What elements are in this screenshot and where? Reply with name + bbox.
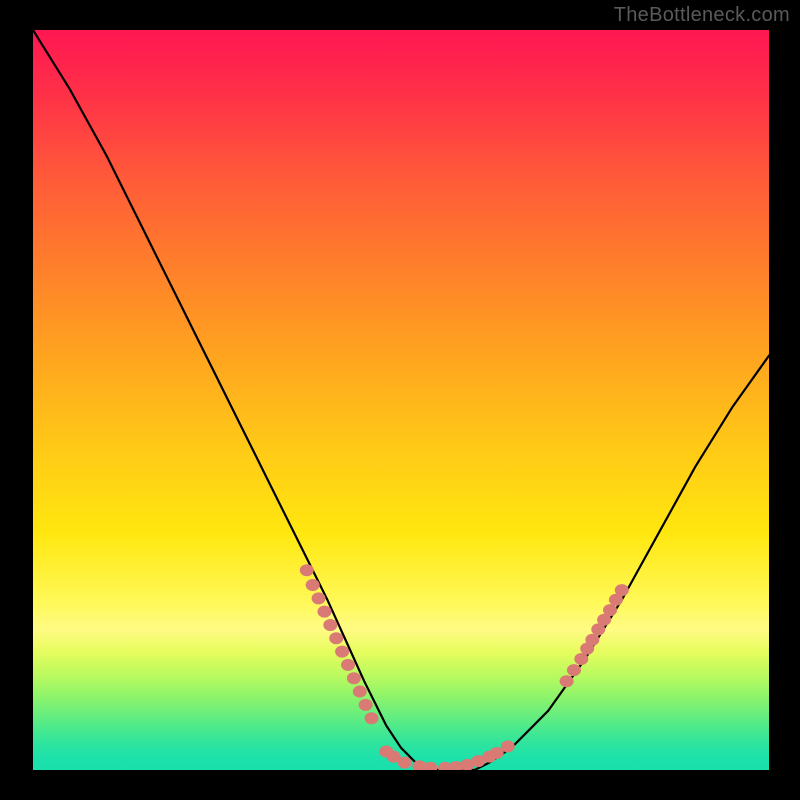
plot-gradient-area [33,30,769,770]
watermark-text: TheBottleneck.com [614,4,790,27]
chart-frame: TheBottleneck.com [0,0,800,800]
